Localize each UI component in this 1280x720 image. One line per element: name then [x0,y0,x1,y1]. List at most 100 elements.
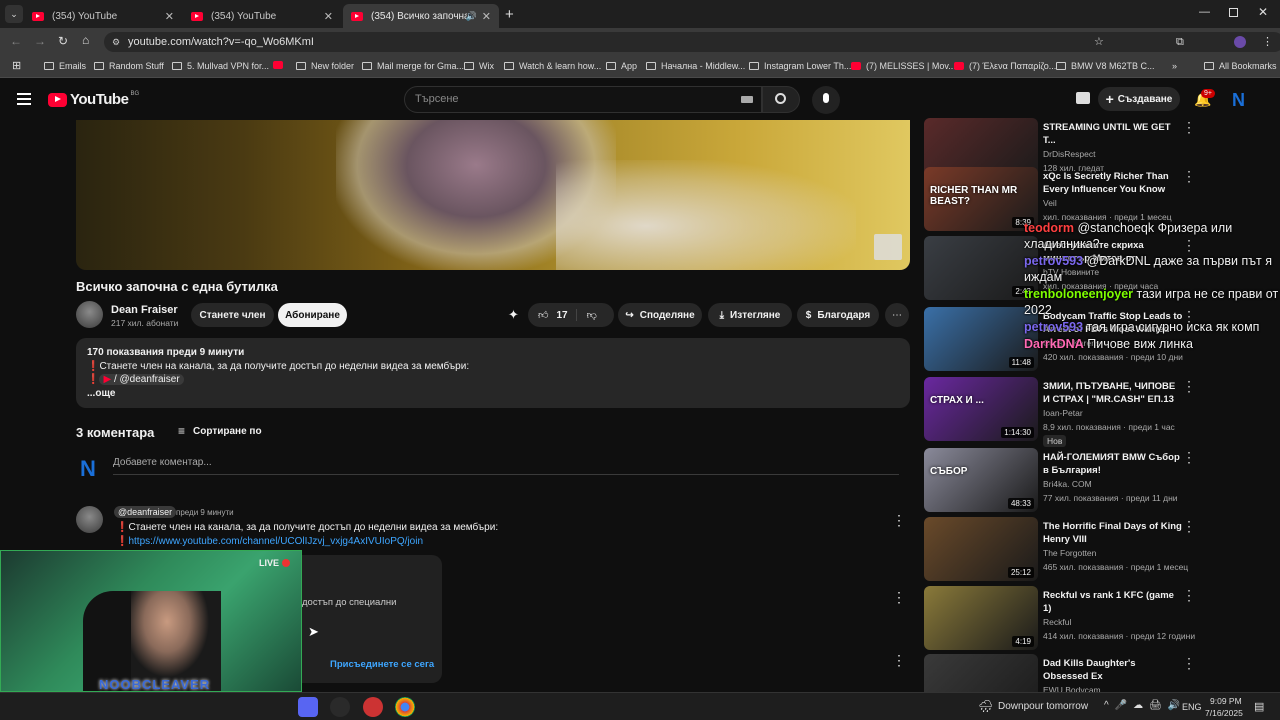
notifications-icon[interactable]: ▤ [1254,700,1264,713]
video-thumbnail[interactable]: 25:12 [924,517,1038,581]
thanks-button[interactable]: $ Благодаря [797,303,879,327]
video-thumbnail[interactable]: СТРАХ И ... 1:14:30 [924,377,1038,441]
channel-avatar[interactable] [76,301,103,328]
system-tray-icons[interactable]: ^🎤☁🖨🔊 [1104,700,1186,711]
account-avatar[interactable]: N [1232,90,1245,111]
apps-icon[interactable]: ⊞ [12,59,21,72]
comment-menu-icon[interactable]: ⋮ [892,512,906,529]
video-menu-icon[interactable]: ⋮ [1182,519,1196,533]
weather-icon[interactable]: 🌧 [978,699,993,713]
chrome-icon[interactable] [395,697,415,717]
url-field[interactable]: ⚙ youtube.com/watch?v=-qo_Wo6MKmI ☆ ⧉ ⋮ [104,32,1280,52]
share-button[interactable]: ↪ Споделяне [618,303,702,327]
voice-search-button[interactable] [812,86,840,114]
comment-menu-icon[interactable]: ⋮ [892,652,906,669]
description-handle[interactable]: ❗ ▶ / @deanfraiser [87,373,899,387]
browser-tab[interactable]: (354) YouTube ✕ [24,4,182,28]
bookmark-item[interactable]: Watch & learn how... [504,61,601,71]
site-info-icon[interactable]: ⚙ [112,32,120,52]
sort-by-button[interactable]: ≡ Сортиране по [178,424,262,438]
more-bookmarks-icon[interactable]: » [1172,61,1177,71]
keyboard-icon[interactable] [741,96,753,103]
channel-name[interactable]: Bri4ka. COM [1043,479,1092,489]
video-menu-icon[interactable]: ⋮ [1182,169,1196,183]
all-bookmarks[interactable]: All Bookmarks [1204,61,1277,71]
audio-playing-icon[interactable]: 🔊 [466,11,477,22]
dislike-button[interactable]: 👎︎ [577,309,597,321]
language-indicator[interactable]: ENG [1182,702,1202,712]
reload-icon[interactable]: ↻ [58,34,68,48]
close-tab-icon[interactable]: ✕ [482,10,491,23]
video-thumbnail[interactable]: 11:48 [924,307,1038,371]
video-title[interactable]: STREAMING UNTIL WE GET T... [1043,121,1183,147]
channel-name[interactable]: Dean Fraiser [111,304,178,316]
bookmark-item[interactable] [273,61,288,69]
video-title[interactable]: Reckful vs rank 1 KFC (game 1) [1043,589,1183,615]
bookmark-item[interactable]: (7) MELISSES | Mov... [851,61,956,71]
comment-link[interactable]: ❗https://www.youtube.com/channel/UCOlIJz… [116,536,423,547]
hamburger-menu-icon[interactable] [17,93,31,105]
bookmark-item[interactable]: New folder [296,61,354,71]
more-actions-button[interactable]: ⋯ [885,303,909,327]
browser-tab-active[interactable]: (354) Всичко започна с една бутилка🔊 ✕ [343,4,499,28]
recommended-video[interactable]: СЪБОР 48:33 НАЙ-ГОЛЕМИЯТ BMW Събор в Бълга… [924,448,1270,512]
video-title[interactable]: The Horrific Final Days of King Henry VI… [1043,520,1183,546]
recommended-video[interactable]: 4:19 Reckful vs rank 1 KFC (game 1) Reckfu… [924,586,1270,650]
bookmark-item[interactable]: BMW V8 M62TB C... [1056,61,1155,71]
video-thumbnail[interactable]: 2:43 [924,236,1038,300]
close-window-icon[interactable]: ✕ [1258,5,1268,19]
add-comment-input[interactable]: Добавете коментар... [113,457,899,475]
weather-text[interactable]: Downpour tomorrow [998,701,1088,712]
video-player[interactable] [76,120,910,270]
clock-date[interactable]: 7/16/2025 [1205,708,1243,718]
recommended-video[interactable]: 25:12 The Horrific Final Days of King Hen… [924,517,1270,581]
subscribe-button[interactable]: Абониране [278,303,347,327]
channel-name[interactable]: Ioan-Petar [1043,408,1083,418]
bookmark-item[interactable]: 5. Mullvad VPN for... [172,61,269,71]
home-icon[interactable]: ⌂ [82,33,89,47]
app-icon[interactable] [363,697,383,717]
obs-icon[interactable] [330,697,350,717]
video-title[interactable]: Dad Kills Daughter's Obsessed Ex [1043,657,1183,683]
profile-icon[interactable] [1234,36,1246,48]
download-button[interactable]: ⤓ Изтегляне [708,303,792,327]
video-title[interactable]: xQc Is Secretly Richer Than Every Influe… [1043,170,1183,196]
channel-name[interactable]: DrDisRespect [1043,149,1095,159]
search-input[interactable]: Търсене [404,86,762,113]
comment-time[interactable]: преди 9 минути [176,508,234,517]
comment-handle[interactable]: @deanfraiser [114,506,177,518]
youtube-logo[interactable]: YouTube BG [48,91,139,108]
create-button[interactable]: + Създаване [1098,87,1180,111]
bookmark-item[interactable]: Random Stuff [94,61,164,71]
channel-name[interactable]: The Forgotten [1043,548,1096,558]
minimize-icon[interactable]: — [1199,6,1210,18]
browser-tab[interactable]: (354) YouTube ✕ [183,4,341,28]
comment-menu-icon[interactable]: ⋮ [892,589,906,606]
join-now-link[interactable]: Присъединете се сега [330,659,434,670]
video-menu-icon[interactable]: ⋮ [1182,450,1196,464]
bookmark-item[interactable]: Emails [44,61,86,71]
video-thumbnail[interactable]: RICHER THAN MR BEAST? 8:39 [924,167,1038,231]
cast-icon[interactable] [1076,92,1090,104]
clock-time[interactable]: 9:09 PM [1210,696,1242,706]
extensions-icon[interactable]: ⧉ [1176,32,1184,52]
channel-name[interactable]: Veil [1043,198,1057,208]
bookmark-item[interactable]: Начална - Middlew... [646,61,745,71]
back-icon[interactable]: ← [10,34,22,48]
restore-icon[interactable] [1229,8,1238,17]
show-more-link[interactable]: ...още [87,387,899,401]
channel-name[interactable]: Reckful [1043,617,1071,627]
comment-avatar[interactable] [76,506,103,533]
video-menu-icon[interactable]: ⋮ [1182,120,1196,134]
bookmark-item[interactable]: Instagram Lower Th... [749,61,851,71]
video-thumbnail[interactable]: 4:19 [924,586,1038,650]
bookmark-item[interactable]: Wix [464,61,494,71]
like-button[interactable]: 👍︎ 17 [528,309,577,321]
app-icon[interactable] [298,697,318,717]
browser-menu-icon[interactable]: ⋮ [1262,32,1273,52]
bookmark-item[interactable]: App [606,61,637,71]
video-menu-icon[interactable]: ⋮ [1182,656,1196,670]
tab-search-button[interactable]: ⌄ [5,5,23,23]
bookmark-item[interactable]: Mail merge for Gma... [362,61,464,71]
search-button[interactable] [762,86,800,113]
